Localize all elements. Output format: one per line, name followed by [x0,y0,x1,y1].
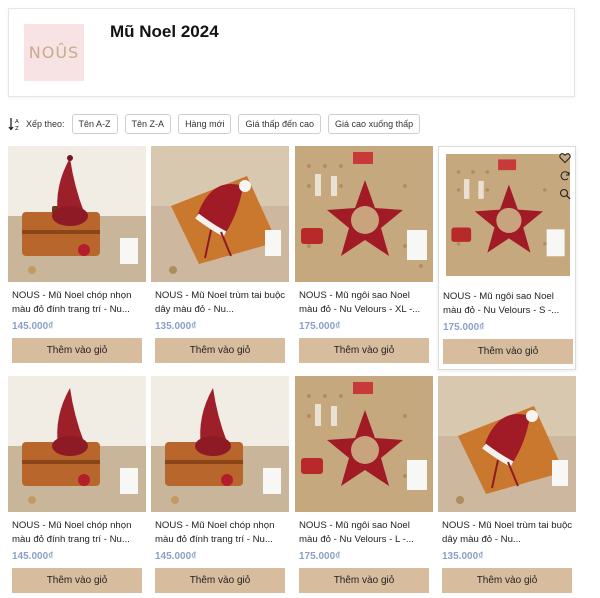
hover-actions [559,152,571,200]
product-image[interactable] [446,154,570,276]
svg-text:A: A [15,119,19,125]
product-image[interactable] [151,376,289,512]
gnome-hat-image [8,146,146,282]
add-to-cart-button[interactable]: Thêm vào giỏ [155,338,285,363]
brand-logo[interactable]: NOÛS [24,24,84,81]
star-hat-image [446,154,570,276]
sort-option-name-asc[interactable]: Tên A-Z [71,114,118,134]
product-card[interactable]: NOUS - Mũ ngôi sao Noel màu đỏ - Nu Velo… [295,376,433,598]
sort-option-name-desc[interactable]: Tên Z-A [124,114,172,134]
add-to-cart-button[interactable]: Thêm vào giỏ [12,568,142,593]
page-title: Mũ Noel 2024 [110,22,219,41]
add-to-cart-button[interactable]: Thêm vào giỏ [299,568,429,593]
collection-header: NOÛS Mũ Noel 2024 [8,8,575,97]
sort-option-price-asc[interactable]: Giá thấp đến cao [238,114,322,134]
product-name[interactable]: NOUS - Mũ Noel chóp nhọn màu đỏ đính tra… [12,289,144,319]
add-to-cart-button[interactable]: Thêm vào giỏ [12,338,142,363]
product-price: 145.000₫ [12,551,54,562]
product-price: 145.000₫ [155,551,197,562]
product-name[interactable]: NOUS - Mũ ngôi sao Noel màu đỏ - Nu Velo… [299,289,431,319]
product-name[interactable]: NOUS - Mũ Noel trùm tai buộc dây màu đỏ … [155,289,287,319]
svg-text:Z: Z [15,126,19,131]
refresh-icon[interactable] [559,170,571,182]
sort-option-newest[interactable]: Hàng mới [178,114,232,134]
product-card[interactable]: NOUS - Mũ Noel trùm tai buộc dây màu đỏ … [151,146,289,370]
add-to-cart-button[interactable]: Thêm vào giỏ [442,568,572,593]
product-name[interactable]: NOUS - Mũ Noel chóp nhọn màu đỏ đính tra… [12,519,144,549]
product-price: 135.000₫ [155,321,197,332]
add-to-cart-button[interactable]: Thêm vào giỏ [155,568,285,593]
product-price: 175.000₫ [299,321,341,332]
sort-option-price-desc[interactable]: Giá cao xuống thấp [328,114,421,134]
star-hat-image [295,376,433,512]
product-name[interactable]: NOUS - Mũ ngôi sao Noel màu đỏ - Nu Velo… [443,290,575,320]
sort-icon: A Z [8,118,19,131]
heart-icon[interactable] [559,152,571,164]
product-image[interactable] [295,376,433,512]
santa-hat-image [438,376,576,512]
product-card[interactable]: NOUS - Mũ Noel trùm tai buộc dây màu đỏ … [438,376,576,598]
product-image[interactable] [8,376,146,512]
product-image[interactable] [8,146,146,282]
product-price: 135.000₫ [442,551,484,562]
logo-text: NOÛS [28,43,80,62]
product-price: 175.000₫ [443,322,485,333]
star-hat-image [295,146,433,282]
product-card[interactable]: NOUS - Mũ ngôi sao Noel màu đỏ - Nu Velo… [438,146,576,370]
product-card[interactable]: NOUS - Mũ ngôi sao Noel màu đỏ - Nu Velo… [295,146,433,370]
sort-bar: A Z Xếp theo: Tên A-Z Tên Z-A Hàng mới G… [8,114,427,134]
gnome-hat-image [8,376,146,512]
santa-hat-image [151,146,289,282]
add-to-cart-button[interactable]: Thêm vào giỏ [299,338,429,363]
product-price: 175.000₫ [299,551,341,562]
product-name[interactable]: NOUS - Mũ Noel trùm tai buộc dây màu đỏ … [442,519,574,549]
gnome-hat-image [151,376,289,512]
product-name[interactable]: NOUS - Mũ Noel chóp nhọn màu đỏ đính tra… [155,519,287,549]
product-card[interactable]: NOUS - Mũ Noel chóp nhọn màu đỏ đính tra… [8,146,146,370]
add-to-cart-button[interactable]: Thêm vào giỏ [443,339,573,364]
product-image[interactable] [438,376,576,512]
product-card[interactable]: NOUS - Mũ Noel chóp nhọn màu đỏ đính tra… [8,376,146,598]
search-icon[interactable] [559,188,571,200]
product-card[interactable]: NOUS - Mũ Noel chóp nhọn màu đỏ đính tra… [151,376,289,598]
product-name[interactable]: NOUS - Mũ ngôi sao Noel màu đỏ - Nu Velo… [299,519,431,549]
product-price: 145.000₫ [12,321,54,332]
product-image[interactable] [295,146,433,282]
product-image[interactable] [151,146,289,282]
sort-label: Xếp theo: [26,119,65,129]
